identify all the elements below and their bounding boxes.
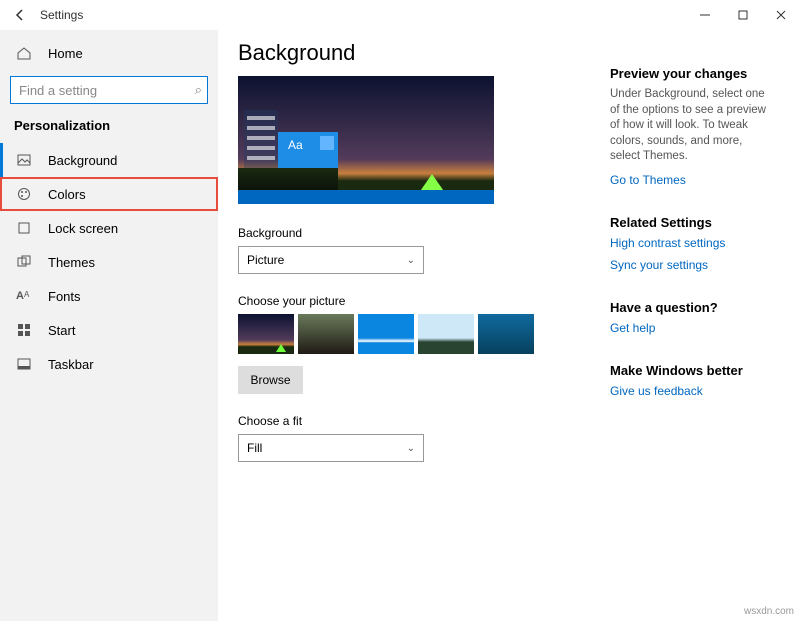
start-icon: [16, 322, 36, 338]
taskbar-icon: [16, 356, 36, 372]
related-settings-title: Related Settings: [610, 215, 774, 230]
sidebar-item-taskbar[interactable]: Taskbar: [0, 347, 218, 381]
picture-thumbnail[interactable]: [298, 314, 354, 354]
picture-thumbnail[interactable]: [418, 314, 474, 354]
home-label: Home: [48, 46, 83, 61]
picture-thumbnail[interactable]: [478, 314, 534, 354]
minimize-icon: [697, 7, 713, 23]
sidebar-item-lockscreen[interactable]: Lock screen: [0, 211, 218, 245]
sidebar-item-start[interactable]: Start: [0, 313, 218, 347]
home-nav[interactable]: Home: [0, 36, 218, 70]
get-help-link[interactable]: Get help: [610, 321, 774, 335]
watermark: wsxdn.com: [744, 606, 794, 617]
sidebar-item-label: Colors: [48, 187, 86, 202]
chevron-down-icon: ⌄: [407, 443, 415, 454]
sidebar-item-label: Themes: [48, 255, 95, 270]
sidebar: Home ⌕ Personalization Background Colors…: [0, 30, 218, 621]
background-preview: Aa: [238, 76, 494, 204]
minimize-button[interactable]: [686, 0, 724, 30]
page-title: Background: [238, 40, 780, 66]
go-to-themes-link[interactable]: Go to Themes: [610, 173, 774, 187]
fit-dropdown[interactable]: Fill ⌄: [238, 434, 424, 462]
sidebar-item-label: Background: [48, 153, 117, 168]
dropdown-value: Picture: [247, 253, 284, 267]
arrow-left-icon: [12, 7, 28, 23]
right-column: Preview your changes Under Background, s…: [610, 66, 774, 426]
sidebar-item-label: Lock screen: [48, 221, 118, 236]
feedback-link[interactable]: Give us feedback: [610, 384, 774, 398]
chevron-down-icon: ⌄: [407, 255, 415, 266]
maximize-icon: [735, 7, 751, 23]
close-button[interactable]: [762, 0, 800, 30]
picture-icon: [16, 152, 36, 168]
sidebar-item-background[interactable]: Background: [0, 143, 218, 177]
dropdown-value: Fill: [247, 441, 262, 455]
fonts-icon: AA: [16, 290, 36, 302]
background-dropdown[interactable]: Picture ⌄: [238, 246, 424, 274]
lockscreen-icon: [16, 220, 36, 236]
search-icon: ⌕: [195, 82, 202, 98]
themes-icon: [16, 254, 36, 270]
sync-settings-link[interactable]: Sync your settings: [610, 258, 774, 272]
close-icon: [773, 7, 789, 23]
sidebar-item-label: Fonts: [48, 289, 81, 304]
window-title: Settings: [40, 8, 686, 22]
sidebar-item-colors[interactable]: Colors: [0, 177, 218, 211]
picture-thumbnail[interactable]: [358, 314, 414, 354]
preview-changes-body: Under Background, select one of the opti…: [610, 87, 774, 165]
home-icon: [16, 45, 36, 61]
section-title: Personalization: [0, 114, 218, 143]
high-contrast-link[interactable]: High contrast settings: [610, 236, 774, 250]
question-title: Have a question?: [610, 300, 774, 315]
picture-thumbnail[interactable]: [238, 314, 294, 354]
make-better-title: Make Windows better: [610, 363, 774, 378]
palette-icon: [16, 186, 36, 202]
back-button[interactable]: [8, 3, 32, 27]
sidebar-item-fonts[interactable]: AA Fonts: [0, 279, 218, 313]
preview-sample-text: Aa: [288, 138, 303, 152]
sidebar-item-themes[interactable]: Themes: [0, 245, 218, 279]
sidebar-item-label: Taskbar: [48, 357, 94, 372]
preview-changes-title: Preview your changes: [610, 66, 774, 81]
search-input[interactable]: [10, 76, 208, 104]
sidebar-item-label: Start: [48, 323, 75, 338]
maximize-button[interactable]: [724, 0, 762, 30]
browse-button[interactable]: Browse: [238, 366, 303, 394]
